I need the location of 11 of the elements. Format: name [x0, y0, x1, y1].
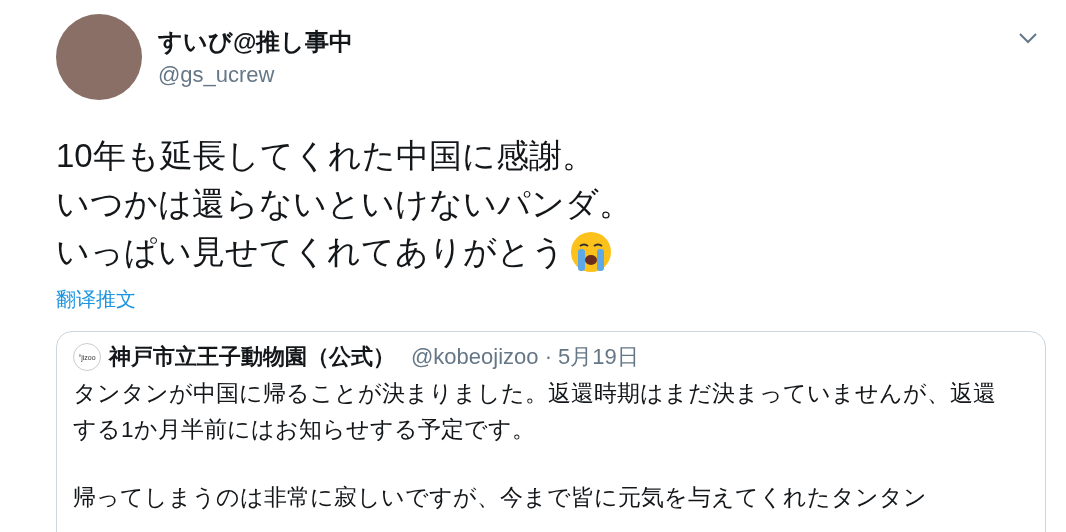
author-name[interactable]: すいび@推し事中 — [158, 26, 1002, 58]
chevron-down-icon[interactable] — [1018, 32, 1038, 44]
tweet-text: 10年も延長してくれた中国に感謝。 — [56, 136, 595, 176]
tweet-text: いっぱい見せてくれてありがとう — [56, 232, 565, 272]
tweet-text: いつかは還らないといけないパンダ。 — [56, 184, 632, 224]
quoted-handle-date: @kobeojizoo · 5月19日 — [411, 343, 639, 371]
quoted-tweet-text: タンタンが中国に帰ることが決まりました。返還時期はまだ決まっていませんが、返還する1か月半前にはお知らせする予定です。 — [73, 380, 997, 444]
quoted-tweet-text: 帰ってしまうのは非常に寂しいですが、今まで皆に元気を与えてくれたタンタン — [73, 484, 928, 512]
author-handle[interactable]: @gs_ucrew — [158, 62, 1002, 88]
crying-face-icon — [569, 230, 613, 274]
quoted-author-name[interactable]: 神戸市立王子動物園（公式） — [109, 342, 395, 372]
